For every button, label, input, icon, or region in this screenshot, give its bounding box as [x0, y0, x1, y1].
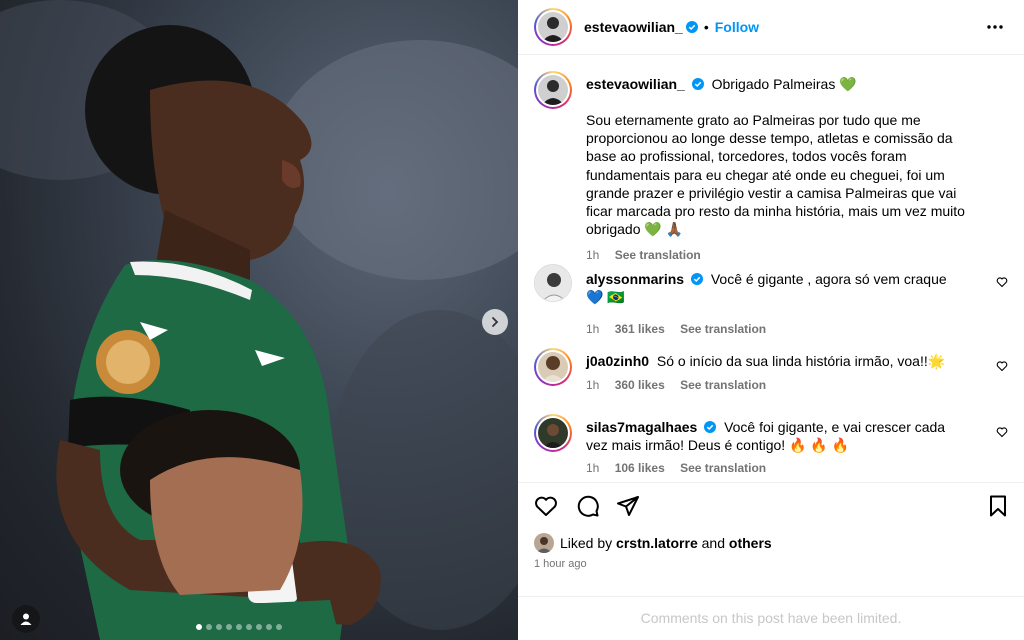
author-avatar[interactable] [534, 8, 572, 46]
verified-icon [704, 421, 717, 433]
verified-icon [691, 78, 704, 90]
verified-icon [690, 273, 703, 285]
comment-icon[interactable] [576, 494, 600, 518]
carousel-dot [216, 624, 222, 630]
caption: estevaowilian_ Obrigado Palmeiras 💚 Sou … [534, 71, 1008, 263]
caption-username[interactable]: estevaowilian_ [586, 76, 685, 92]
carousel-dot [206, 624, 212, 630]
caption-title: Obrigado Palmeiras 💚 [711, 76, 857, 92]
see-translation-link[interactable]: See translation [680, 461, 766, 475]
post-sidebar: estevaowilian_ • Follow estevaowilian_ O… [518, 0, 1024, 640]
see-translation-link[interactable]: See translation [680, 322, 766, 336]
tagged-users-button[interactable] [12, 605, 40, 633]
carousel-dot [196, 624, 202, 630]
carousel-dot [246, 624, 252, 630]
caption-avatar-image [538, 75, 568, 105]
comment-item: silas7magalhaes Você foi gigante, e vai … [534, 414, 1008, 480]
liker-username[interactable]: crstn.latorre [616, 535, 698, 551]
caption-time: 1h [586, 248, 600, 263]
comment-username[interactable]: alyssonmarins [586, 271, 684, 287]
comments-limited-notice: Comments on this post have been limited. [518, 596, 1024, 640]
post-header: estevaowilian_ • Follow [518, 0, 1024, 55]
likes-others-link[interactable]: others [729, 535, 772, 551]
comment-item: alyssonmarins Você é gigante , agora só … [534, 264, 1008, 336]
carousel-dot [226, 624, 232, 630]
comment-time: 1h [586, 461, 600, 475]
bookmark-icon[interactable] [986, 494, 1010, 518]
commenter-avatar[interactable] [534, 348, 572, 386]
commenter-avatar-image [538, 352, 568, 382]
post-media[interactable] [0, 0, 518, 640]
separator-dot: • [703, 19, 709, 35]
like-comment-heart-icon[interactable] [996, 426, 1008, 438]
author-avatar-image [538, 12, 568, 42]
comment-likes[interactable]: 361 likes [615, 322, 665, 336]
carousel-dot [236, 624, 242, 630]
comment-username[interactable]: j0a0zinh0 [586, 353, 649, 369]
carousel-dot [266, 624, 272, 630]
comment-likes[interactable]: 360 likes [615, 378, 665, 392]
liker-avatar-image [534, 533, 554, 553]
user-tag-icon [20, 613, 32, 625]
heart-icon[interactable] [534, 494, 558, 518]
commenter-avatar[interactable] [534, 264, 572, 302]
like-comment-heart-icon[interactable] [996, 360, 1008, 372]
comment-time: 1h [586, 322, 600, 336]
commenter-avatar[interactable] [534, 414, 572, 452]
comment-time: 1h [586, 378, 600, 392]
post-timestamp[interactable]: 1 hour ago [534, 558, 587, 570]
share-icon[interactable] [616, 494, 640, 518]
caption-text: Sou eternamente grato ao Palmeiras por t… [586, 112, 965, 238]
comment-username[interactable]: silas7magalhaes [586, 419, 697, 435]
carousel-dot [276, 624, 282, 630]
comment-item: j0a0zinh0 Só o início da sua linda histó… [534, 348, 1008, 408]
likes-and: and [701, 535, 725, 551]
more-options-icon[interactable] [986, 18, 1004, 36]
author-username[interactable]: estevaowilian_ [584, 19, 683, 35]
next-slide-button[interactable] [482, 309, 508, 335]
comment-likes[interactable]: 106 likes [615, 461, 665, 475]
comment-text: Só o início da sua linda história irmão,… [656, 353, 946, 369]
see-translation-link[interactable]: See translation [680, 378, 766, 392]
verified-icon [685, 21, 698, 33]
commenter-avatar-image [535, 265, 571, 301]
carousel-dot [256, 624, 262, 630]
carousel-indicator [196, 624, 282, 630]
commenter-avatar-image [538, 418, 568, 448]
see-translation-link[interactable]: See translation [615, 248, 701, 262]
follow-button[interactable]: Follow [715, 19, 759, 35]
chevron-right-icon [492, 317, 499, 327]
post-photo [0, 0, 518, 640]
post-actions [518, 482, 1024, 527]
likes-prefix: Liked by [560, 535, 613, 551]
likes-summary: Liked by crstn.latorre and others [534, 533, 772, 553]
like-comment-heart-icon[interactable] [996, 276, 1008, 288]
caption-avatar[interactable] [534, 71, 572, 109]
liker-avatar[interactable] [534, 533, 554, 553]
comments-area[interactable]: estevaowilian_ Obrigado Palmeiras 💚 Sou … [518, 56, 1024, 481]
